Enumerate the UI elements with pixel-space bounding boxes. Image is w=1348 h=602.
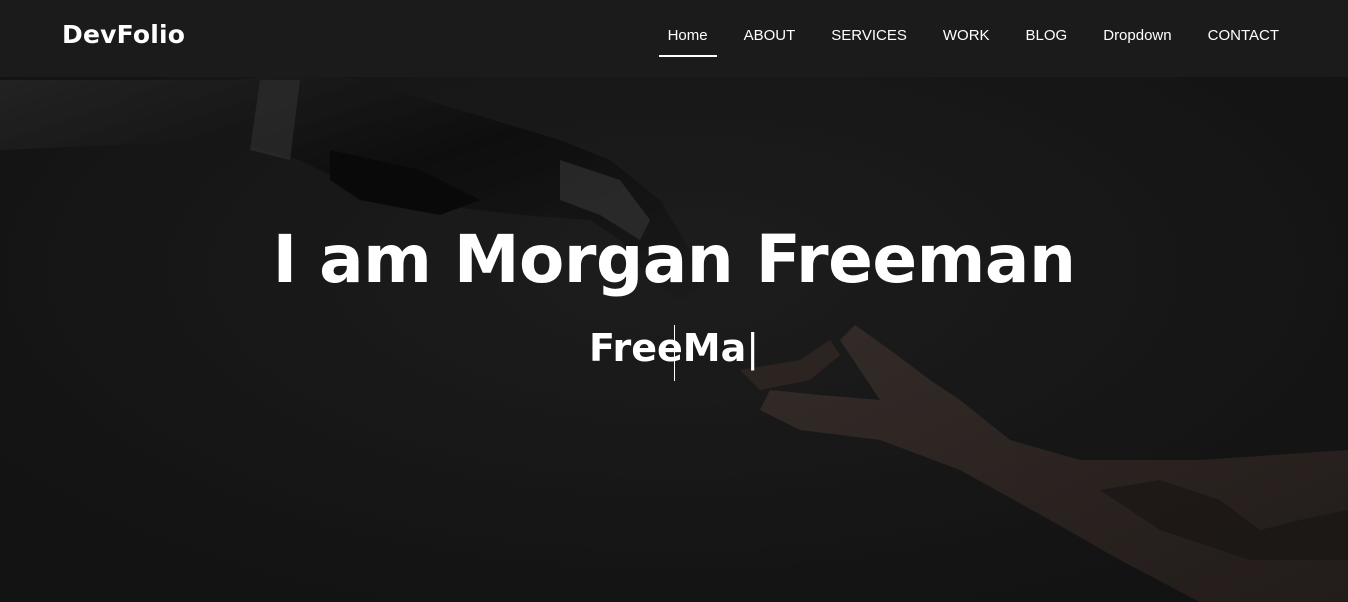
typed-text: FreeMa xyxy=(588,326,747,370)
nav-link-contact[interactable]: CONTACT xyxy=(1199,0,1288,44)
nav-link-work[interactable]: WORK xyxy=(934,0,999,44)
nav-item-contact[interactable]: CONTACT xyxy=(1199,0,1288,77)
nav-link-home[interactable]: Home xyxy=(659,0,717,44)
nav-link-about[interactable]: ABOUT xyxy=(735,0,805,44)
nav-item-services[interactable]: SERVICES xyxy=(822,0,916,77)
nav-link-services[interactable]: SERVICES xyxy=(822,0,916,44)
page: DevFolio Home ABOUT SERVICES WORK BLOG D… xyxy=(0,0,1348,602)
nav-link-blog[interactable]: BLOG xyxy=(1017,0,1077,44)
typed-cursor: | xyxy=(746,326,760,370)
mouse-text-caret xyxy=(674,325,675,381)
brand-logo[interactable]: DevFolio xyxy=(62,20,185,49)
nav-item-work[interactable]: WORK xyxy=(934,0,999,77)
hero-title: I am Morgan Freeman xyxy=(272,221,1076,298)
nav-item-home[interactable]: Home xyxy=(659,0,717,77)
nav-item-dropdown[interactable]: Dropdown xyxy=(1094,0,1180,77)
navbar: DevFolio Home ABOUT SERVICES WORK BLOG D… xyxy=(0,0,1348,77)
nav-link-dropdown[interactable]: Dropdown xyxy=(1094,0,1180,44)
nav-item-about[interactable]: ABOUT xyxy=(735,0,805,77)
nav-item-blog[interactable]: BLOG xyxy=(1017,0,1077,77)
nav-menu: Home ABOUT SERVICES WORK BLOG Dropdown C… xyxy=(641,0,1288,77)
